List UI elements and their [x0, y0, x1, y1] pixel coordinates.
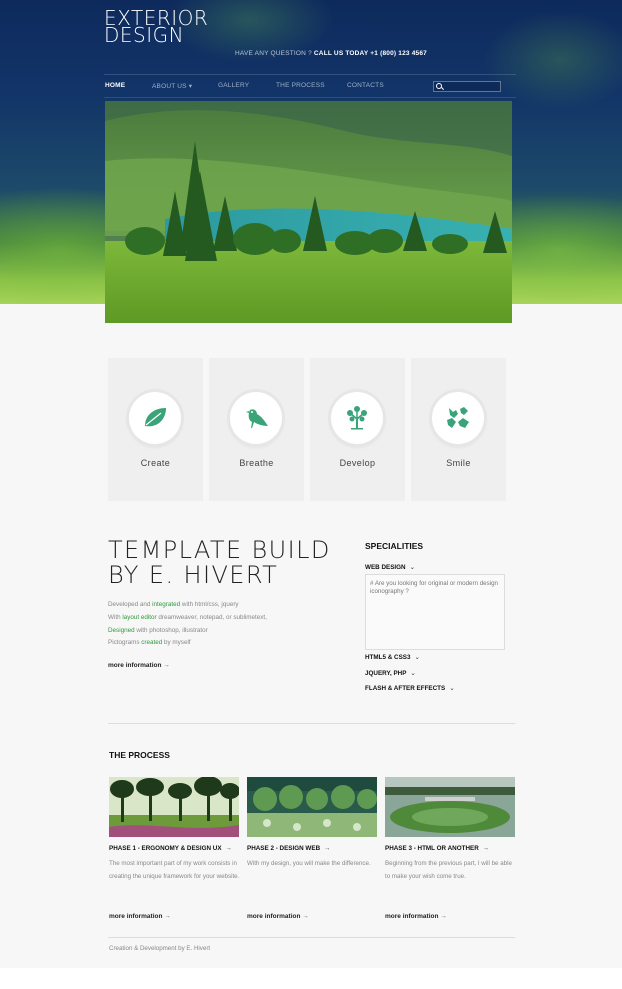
- feature-card-smile[interactable]: Smile: [411, 358, 506, 501]
- desc-text: with photoshop, illustrator: [134, 626, 208, 634]
- chevron-down-icon: ⌄: [449, 685, 455, 692]
- specialities-title: SPECIALITIES: [365, 541, 424, 551]
- nav-divider-top: [104, 74, 516, 75]
- chevron-down-icon: ⌄: [410, 670, 416, 677]
- nav-item-contacts[interactable]: CONTACTS: [347, 82, 384, 89]
- desc-link[interactable]: Designed: [108, 627, 135, 634]
- nav-item-gallery[interactable]: GALLERY: [218, 82, 249, 89]
- feature-card-breathe[interactable]: Breathe: [209, 358, 304, 501]
- desc-text: With: [108, 613, 123, 621]
- accordion-label: JQUERY, PHP: [365, 670, 407, 677]
- feature-label: Smile: [446, 458, 471, 468]
- phase-1-title[interactable]: PHASE 1 - ERGONOMY & DESIGN UX →: [109, 845, 232, 852]
- feature-card-create[interactable]: Create: [108, 358, 203, 501]
- nav-item-about[interactable]: ABOUT US ▾: [152, 82, 192, 90]
- footer-credit: Creation & Development by E. Hivert: [109, 945, 211, 952]
- more-information-link[interactable]: more information: [108, 662, 170, 669]
- accordion-label: WEB DESIGN: [365, 564, 406, 571]
- desc-link[interactable]: integrated: [152, 601, 180, 608]
- phase-3-title[interactable]: PHASE 3 - HTML OR ANOTHER →: [385, 845, 489, 852]
- phase-3-image[interactable]: [385, 777, 515, 837]
- feature-label: Breathe: [239, 458, 274, 468]
- phase-3-more-link[interactable]: more information: [385, 913, 447, 920]
- chevron-down-icon: ⌄: [414, 654, 420, 661]
- desc-text: dreamweaver, notepad, or sublimetext,: [156, 613, 267, 621]
- feature-circle: [432, 392, 484, 444]
- feature-circle: [331, 392, 383, 444]
- phase-1-image[interactable]: [109, 777, 239, 837]
- desc-text: with html/css, jquery: [180, 601, 239, 608]
- desc-text: Developed and: [108, 601, 153, 608]
- hands-icon: [447, 407, 469, 428]
- garden-photo: [247, 777, 377, 837]
- hero-image: [105, 101, 512, 323]
- footer-divider: [108, 937, 515, 938]
- arrow-right-icon: →: [225, 845, 232, 852]
- estate-photo: [385, 777, 515, 837]
- phase-1-more-link[interactable]: more information: [109, 913, 171, 920]
- feature-card-develop[interactable]: Develop: [310, 358, 405, 501]
- phase-title-text: PHASE 2 - DESIGN WEB: [247, 845, 321, 852]
- desc-line: Developed and integrated with html/css, …: [108, 599, 267, 612]
- leaf-icon: [145, 408, 166, 427]
- park-photo: [109, 777, 239, 837]
- phase-title-text: PHASE 3 - HTML OR ANOTHER: [385, 845, 479, 852]
- question-text: HAVE ANY QUESTION ?: [235, 50, 312, 57]
- landscape-illustration: [105, 101, 512, 323]
- about-description: Developed and integrated with html/css, …: [108, 599, 267, 650]
- arrow-right-icon: →: [482, 845, 490, 852]
- desc-link[interactable]: created: [141, 639, 162, 646]
- accordion-html5-css3[interactable]: HTML5 & CSS3 ⌄: [365, 654, 420, 661]
- search-input[interactable]: [444, 82, 500, 91]
- phase-title-text: PHASE 1 - ERGONOMY & DESIGN UX: [109, 845, 222, 852]
- nav-item-home[interactable]: HOME: [105, 82, 125, 89]
- page-bottom-band: [0, 968, 622, 989]
- tree-icon: [347, 406, 367, 430]
- feature-label: Create: [140, 458, 171, 468]
- desc-link[interactable]: layout editor: [122, 614, 156, 621]
- accordion-flash-after-effects[interactable]: FLASH & AFTER EFFECTS ⌄: [365, 685, 455, 692]
- feature-circle: [230, 392, 282, 444]
- site-logo[interactable]: EXTERIOR DESIGN: [104, 8, 208, 45]
- title-line-2: BY E. HIVERT: [108, 561, 279, 589]
- nav-divider-bottom: [104, 97, 516, 98]
- nav-item-process[interactable]: THE PROCESS: [276, 82, 325, 89]
- accordion-panel: # Are you looking for original or modern…: [365, 574, 505, 650]
- search-box[interactable]: [433, 81, 501, 92]
- process-title: THE PROCESS: [109, 750, 170, 760]
- phase-2-more-link[interactable]: more information: [247, 913, 309, 920]
- contact-phone: HAVE ANY QUESTION ? CALL US TODAY +1 (80…: [235, 50, 427, 57]
- phase-2-title[interactable]: PHASE 2 - DESIGN WEB →: [247, 845, 330, 852]
- phase-1-text: The most important part of my work consi…: [109, 860, 240, 880]
- section-divider: [108, 723, 515, 724]
- accordion-label: FLASH & AFTER EFFECTS: [365, 685, 446, 692]
- feature-label: Develop: [339, 458, 376, 468]
- phase-2-text: With my design, you will make the differ…: [247, 860, 371, 867]
- page-title: TEMPLATE BUILD BY E. HIVERT: [108, 538, 331, 588]
- desc-line: Designed with photoshop, illustrator: [108, 625, 267, 638]
- arrow-right-icon: →: [324, 845, 331, 852]
- bird-icon: [246, 409, 268, 428]
- accordion-label: HTML5 & CSS3: [365, 654, 411, 661]
- desc-line: With layout editor dreamweaver, notepad,…: [108, 612, 267, 625]
- desc-text: by myself: [162, 639, 191, 647]
- chevron-down-icon: ⌄: [409, 564, 415, 571]
- desc-line: Pictograms created by myself: [108, 637, 267, 650]
- accordion-jquery-php[interactable]: JQUERY, PHP ⌄: [365, 670, 416, 677]
- phase-3-text: Beginning from the previous part, I will…: [385, 860, 512, 880]
- title-line-1: TEMPLATE BUILD: [108, 536, 331, 564]
- search-icon[interactable]: [436, 83, 442, 89]
- phase-2-image[interactable]: [247, 777, 377, 837]
- accordion-web-design[interactable]: WEB DESIGN ⌄: [365, 564, 415, 571]
- desc-text: Pictograms: [108, 639, 142, 647]
- call-text: CALL US TODAY +1 (800) 123 4567: [313, 50, 427, 57]
- feature-circle: [129, 392, 181, 444]
